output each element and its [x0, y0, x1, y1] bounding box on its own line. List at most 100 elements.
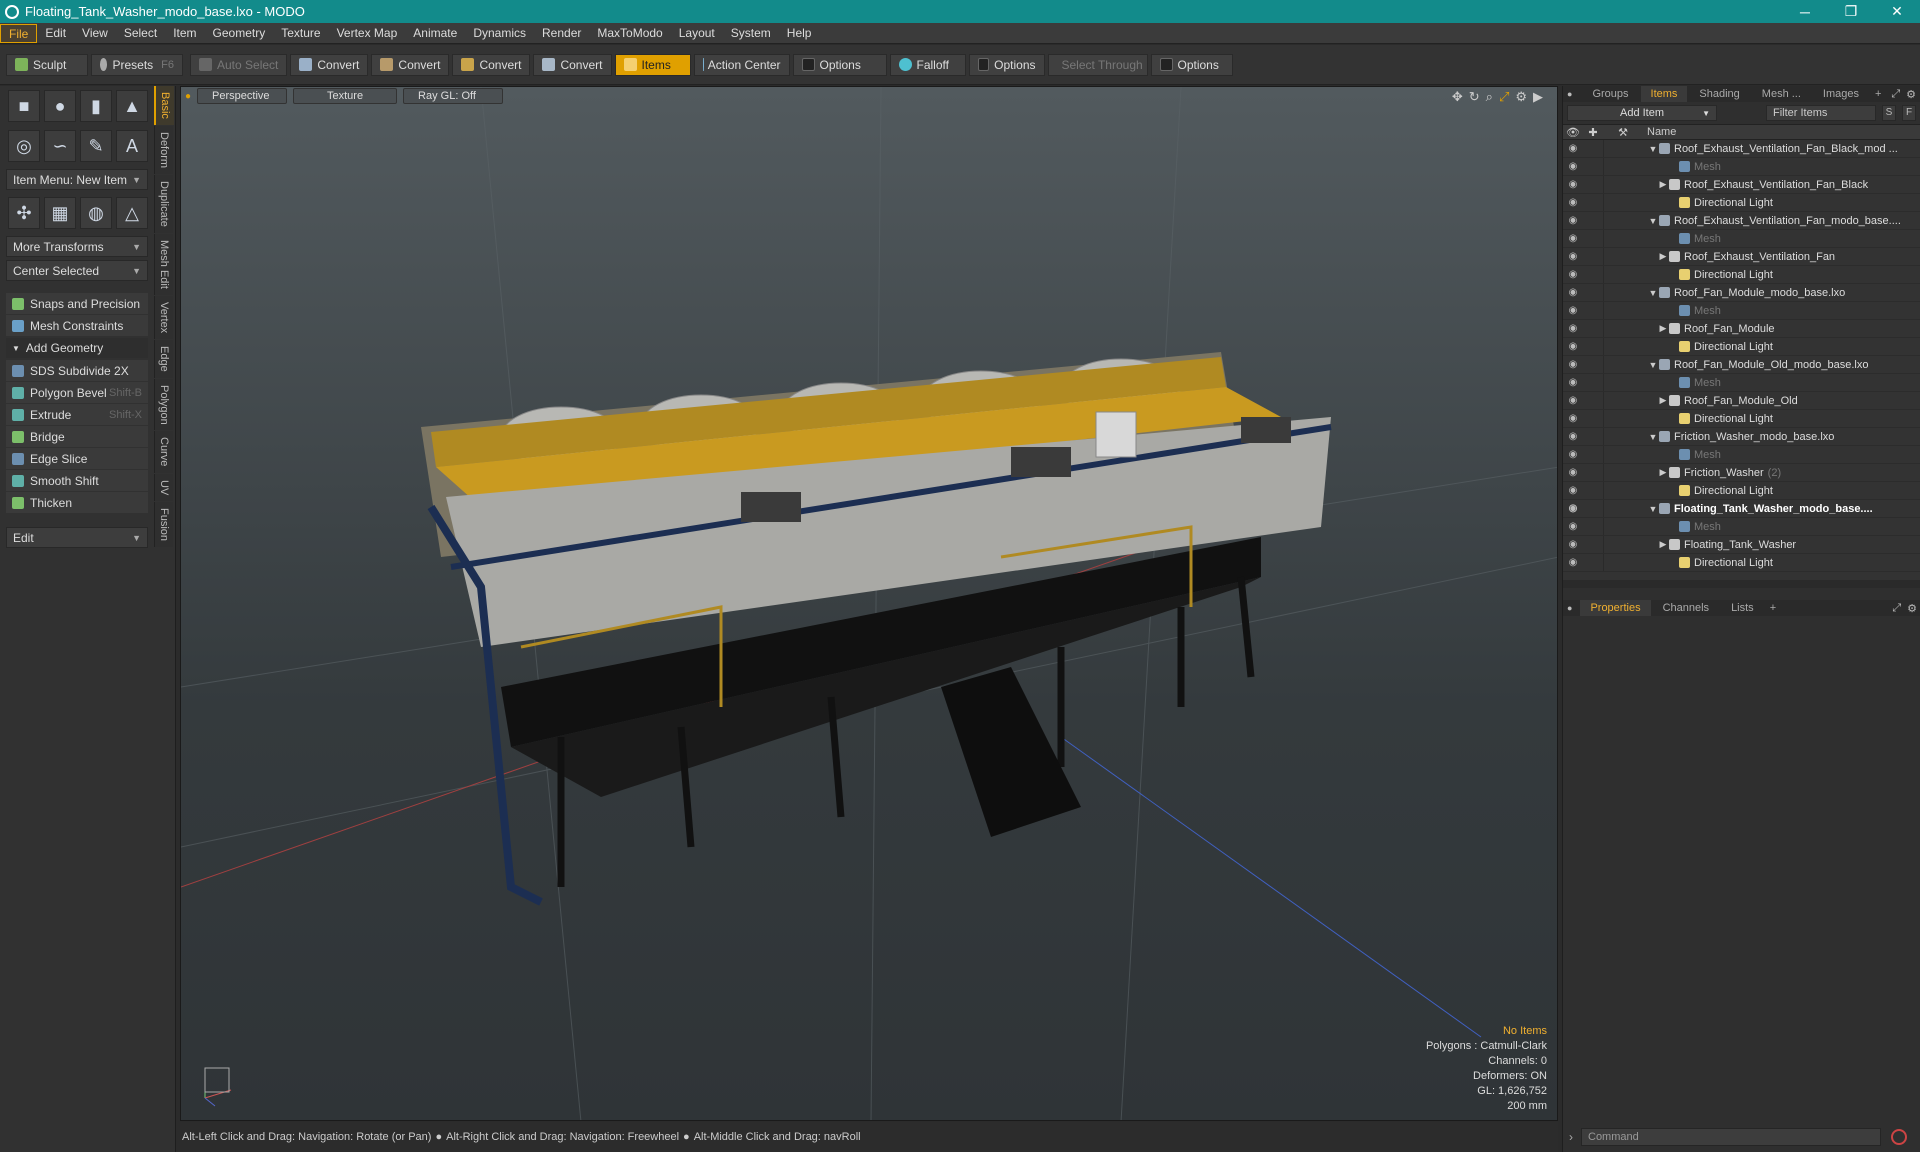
expand-arrow-icon[interactable]: ▼: [1647, 288, 1659, 298]
visibility-eye-icon[interactable]: ◉: [1563, 431, 1583, 442]
menu-help[interactable]: Help: [779, 24, 820, 43]
extrude-button[interactable]: Extrude Shift-X: [6, 404, 148, 425]
bridge-button[interactable]: Bridge: [6, 426, 148, 447]
visibility-eye-icon[interactable]: ◉: [1563, 287, 1583, 298]
smooth-shift-button[interactable]: Smooth Shift: [6, 470, 148, 491]
expand-arrow-icon[interactable]: ▼: [1647, 216, 1659, 226]
visibility-eye-icon[interactable]: ◉: [1563, 485, 1583, 496]
zoom-icon[interactable]: ⌕: [1486, 89, 1493, 105]
edge-slice-button[interactable]: Edge Slice: [6, 448, 148, 469]
visibility-eye-icon[interactable]: ◉: [1563, 269, 1583, 280]
gear-icon[interactable]: ⚙: [1906, 88, 1916, 101]
menu-dynamics[interactable]: Dynamics: [465, 24, 534, 43]
visibility-eye-icon[interactable]: ◉: [1563, 359, 1583, 370]
gear-icon[interactable]: ⚙: [1907, 602, 1917, 615]
tree-row-item[interactable]: ◉ ▶ Roof_Fan_Module_Old: [1563, 392, 1920, 410]
rotate-icon[interactable]: ↻: [1469, 89, 1480, 105]
convert-edges-button[interactable]: Convert: [371, 53, 450, 76]
snaps-precision-button[interactable]: Snaps and Precision: [6, 293, 148, 314]
command-input[interactable]: Command: [1581, 1128, 1881, 1146]
visibility-eye-icon[interactable]: ◉: [1563, 161, 1583, 172]
visibility-eye-icon[interactable]: ◉: [1563, 503, 1583, 514]
expand-arrow-icon[interactable]: ▼: [1647, 504, 1659, 514]
vtab-deform[interactable]: Deform: [154, 125, 173, 174]
tree-row-light[interactable]: ◉ Directional Light: [1563, 194, 1920, 212]
menu-file[interactable]: File: [0, 23, 38, 43]
3d-viewport[interactable]: ● Perspective Texture Ray GL: Off ✥ ↻ ⌕ …: [180, 86, 1558, 1121]
tree-row-mesh[interactable]: ◉ Mesh: [1563, 374, 1920, 392]
visibility-eye-icon[interactable]: ◉: [1563, 341, 1583, 352]
tree-row-item[interactable]: ◉ ▶ Friction_Washer (2): [1563, 464, 1920, 482]
menu-maxtomodo[interactable]: MaxToModo: [589, 24, 670, 43]
vtab-duplicate[interactable]: Duplicate: [154, 174, 173, 233]
raygl-toggle[interactable]: Ray GL: Off: [403, 88, 504, 104]
tube-primitive-icon[interactable]: ∽: [44, 130, 76, 162]
expand-arrow-icon[interactable]: ▶: [1657, 251, 1669, 262]
tree-row-light[interactable]: ◉ Directional Light: [1563, 410, 1920, 428]
menu-layout[interactable]: Layout: [671, 24, 723, 43]
auto-select-button[interactable]: Auto Select: [190, 53, 288, 76]
tree-row-mesh[interactable]: ◉ Mesh: [1563, 158, 1920, 176]
vtab-polygon[interactable]: Polygon: [154, 378, 173, 431]
tree-row-light[interactable]: ◉ Directional Light: [1563, 266, 1920, 284]
pen-tool-icon[interactable]: ✎: [80, 130, 112, 162]
expand-panel-icon[interactable]: ⤢: [1892, 602, 1901, 615]
tab-lists[interactable]: Lists: [1721, 600, 1764, 616]
visibility-eye-icon[interactable]: ◉: [1563, 143, 1583, 154]
convert-vertices-button[interactable]: Convert: [290, 53, 369, 76]
visibility-eye-icon[interactable]: ◉: [1563, 521, 1583, 532]
tree-row-item[interactable]: ◉ ▶ Floating_Tank_Washer: [1563, 536, 1920, 554]
tree-row-light[interactable]: ◉ Directional Light: [1563, 554, 1920, 572]
torus-primitive-icon[interactable]: ◎: [8, 130, 40, 162]
add-tab-button[interactable]: +: [1766, 600, 1780, 616]
tree-row-mesh[interactable]: ◉ Mesh: [1563, 230, 1920, 248]
items-mode-button[interactable]: Items: [614, 53, 691, 76]
tab-shading[interactable]: Shading: [1689, 86, 1749, 102]
vtab-vertex[interactable]: Vertex: [154, 295, 173, 339]
visibility-eye-icon[interactable]: ◉: [1563, 377, 1583, 388]
panel-menu-icon[interactable]: ●: [1567, 89, 1572, 99]
polygon-bevel-button[interactable]: Polygon Bevel Shift-B: [6, 382, 148, 403]
maximize-button[interactable]: ❐: [1828, 3, 1874, 20]
visibility-eye-icon[interactable]: ◉: [1563, 233, 1583, 244]
menu-view[interactable]: View: [74, 24, 116, 43]
filter-s-button[interactable]: S: [1882, 105, 1896, 121]
sds-subdivide-button[interactable]: SDS Subdivide 2X: [6, 360, 148, 381]
expand-arrow-icon[interactable]: ▶: [1657, 323, 1669, 334]
sphere-primitive-icon[interactable]: ●: [44, 90, 76, 122]
tree-row-light[interactable]: ◉ Directional Light: [1563, 482, 1920, 500]
expand-arrow-icon[interactable]: ▼: [1647, 360, 1659, 370]
item-menu-dropdown[interactable]: Item Menu: New Item ▼: [6, 169, 148, 190]
filter-f-button[interactable]: F: [1902, 105, 1916, 121]
visibility-eye-icon[interactable]: ◉: [1563, 449, 1583, 460]
visibility-eye-icon[interactable]: ◉: [1563, 539, 1583, 550]
falloff-button[interactable]: Falloff: [889, 53, 966, 76]
lock-column-icon[interactable]: ✚: [1583, 126, 1603, 139]
mesh-constraints-button[interactable]: Mesh Constraints: [6, 315, 148, 336]
tree-row-item[interactable]: ◉ ▶ Roof_Fan_Module: [1563, 320, 1920, 338]
vtab-mesh-edit[interactable]: Mesh Edit: [154, 233, 173, 295]
vtab-curve[interactable]: Curve: [154, 431, 173, 473]
menu-texture[interactable]: Texture: [273, 24, 328, 43]
name-column-header[interactable]: Name: [1643, 126, 1676, 138]
visibility-eye-icon[interactable]: ◉: [1563, 395, 1583, 406]
tree-row-scene[interactable]: ◉ ▼ Roof_Exhaust_Ventilation_Fan_Black_mod…: [1563, 140, 1920, 158]
visibility-eye-icon[interactable]: ◉: [1563, 251, 1583, 262]
action-center-button[interactable]: Action Center: [693, 53, 790, 76]
tree-row-mesh[interactable]: ◉ Mesh: [1563, 446, 1920, 464]
cylinder-primitive-icon[interactable]: ▮: [80, 90, 112, 122]
menu-vertex-map[interactable]: Vertex Map: [329, 24, 406, 43]
menu-geometry[interactable]: Geometry: [205, 24, 274, 43]
select-through-button[interactable]: Select Through: [1047, 53, 1148, 76]
fit-icon[interactable]: ⤢: [1499, 89, 1509, 105]
add-tab-button[interactable]: +: [1871, 86, 1885, 102]
tree-row-scene[interactable]: ◉ ▼ Roof_Fan_Module_modo_base.lxo: [1563, 284, 1920, 302]
visibility-eye-icon[interactable]: ◉: [1563, 413, 1583, 424]
tab-groups[interactable]: Groups: [1582, 86, 1638, 102]
expand-arrow-icon[interactable]: ▶: [1657, 539, 1669, 550]
globe-icon[interactable]: ◍: [80, 197, 112, 229]
expand-arrow-icon[interactable]: ▼: [1647, 144, 1659, 154]
expand-arrow-icon[interactable]: ▶: [1657, 179, 1669, 190]
visibility-eye-icon[interactable]: ◉: [1563, 323, 1583, 334]
vtab-fusion[interactable]: Fusion: [154, 502, 173, 548]
